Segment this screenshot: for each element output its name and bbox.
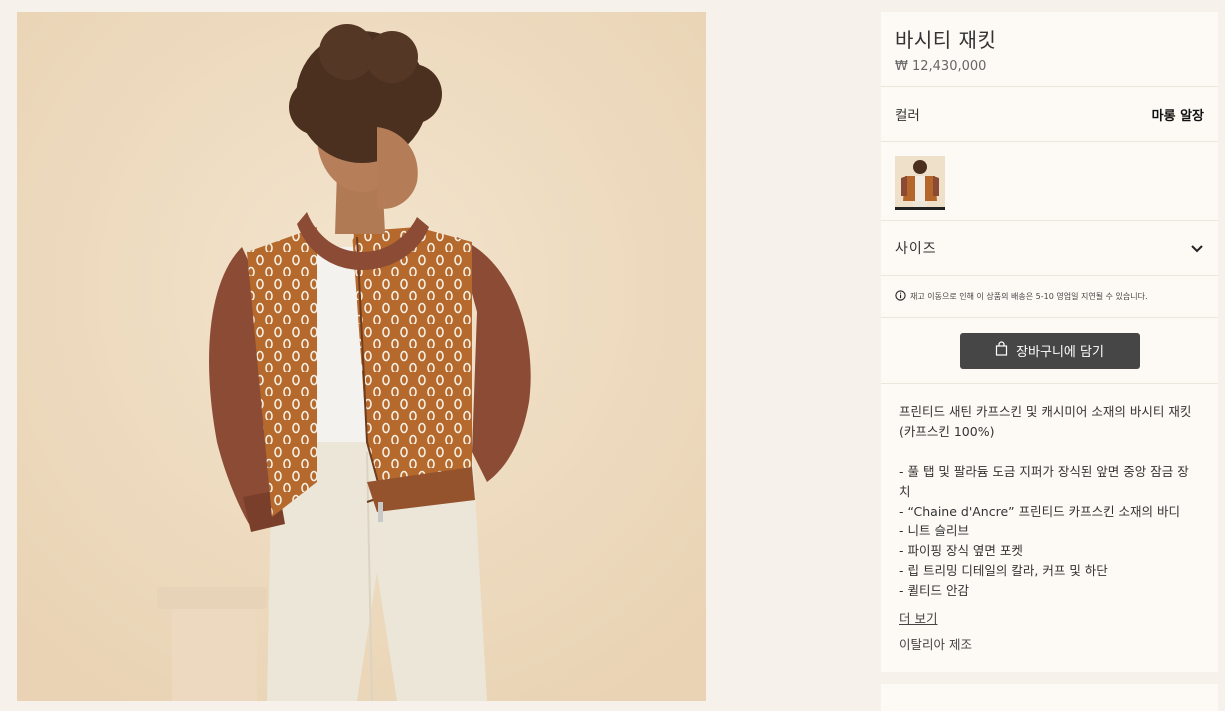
product-description: 프린티드 새틴 카프스킨 및 캐시미어 소재의 바시티 재킷(카프스킨 100%…: [881, 384, 1218, 655]
chevron-down-icon: [1190, 239, 1204, 258]
made-in-text: 이탈리아 제조: [899, 636, 972, 652]
size-selector[interactable]: 사이즈: [881, 221, 1218, 276]
product-header: 바시티 재킷 ₩ 12,430,000: [881, 12, 1218, 87]
list-item: - 풀 탭 및 팔라듐 도금 지퍼가 장식된 앞면 중앙 잠금 장치: [899, 464, 1189, 499]
product-title: 바시티 재킷: [895, 28, 997, 52]
color-value: 마롱 알장: [1151, 108, 1204, 124]
info-icon: [895, 290, 906, 303]
color-row: 컬러 마롱 알장: [881, 87, 1218, 142]
add-to-cart-label: 장바구니에 담기: [1016, 345, 1104, 360]
color-swatch-row: [881, 142, 1218, 221]
list-item: - 파이핑 장식 옆면 포켓: [899, 543, 1023, 559]
shopping-bag-icon: [995, 341, 1008, 360]
color-swatch-thumbnail[interactable]: [895, 156, 945, 210]
product-image[interactable]: [17, 12, 706, 701]
description-list: - 풀 탭 및 팔라듐 도금 지퍼가 장식된 앞면 중앙 잠금 장치 - “Ch…: [899, 462, 1200, 601]
add-to-cart-button[interactable]: 장바구니에 담기: [959, 332, 1140, 369]
shipping-notice-text: 재고 이동으로 인해 이 상품의 배송은 5-10 영업일 지연될 수 있습니다…: [910, 292, 1148, 301]
next-panel: [881, 684, 1218, 711]
description-intro: 프린티드 새틴 카프스킨 및 캐시미어 소재의 바시티 재킷(카프스킨 100%…: [899, 404, 1192, 439]
see-more-link[interactable]: 더 보기: [899, 609, 937, 629]
list-item: - 립 트리밍 디테일의 칼라, 커프 및 하단: [899, 562, 1108, 578]
cart-row: 장바구니에 담기: [881, 318, 1218, 384]
shipping-notice: 재고 이동으로 인해 이 상품의 배송은 5-10 영업일 지연될 수 있습니다…: [881, 276, 1218, 318]
product-page: 바시티 재킷 ₩ 12,430,000 컬러 마롱 알장 사이즈 재고 이동으로…: [0, 0, 1225, 711]
list-item: - 퀼티드 안감: [899, 582, 969, 598]
list-item: - 니트 슬리브: [899, 523, 969, 539]
color-label: 컬러: [895, 108, 920, 124]
size-label: 사이즈: [895, 241, 937, 257]
list-item: - “Chaine d'Ancre” 프린티드 카프스킨 소재의 바디: [899, 503, 1181, 519]
product-price: ₩ 12,430,000: [895, 59, 987, 74]
product-info-panel: 바시티 재킷 ₩ 12,430,000 컬러 마롱 알장 사이즈 재고 이동으로…: [881, 12, 1218, 672]
